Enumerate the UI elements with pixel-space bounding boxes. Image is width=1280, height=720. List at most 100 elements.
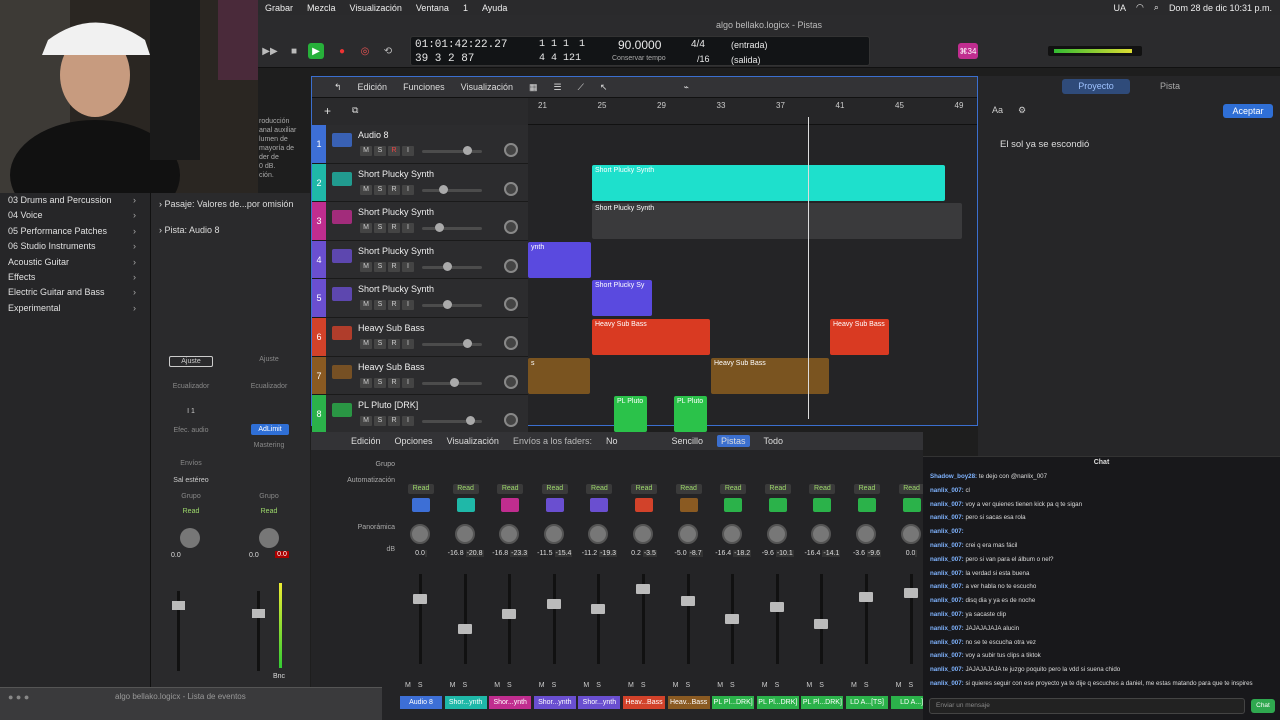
track-volume-slider[interactable] (422, 184, 482, 194)
mute-solo[interactable]: MS (806, 682, 831, 689)
chat-username[interactable]: nanlix_007: (930, 556, 964, 563)
inspector-input[interactable]: I 1 (169, 408, 213, 415)
menu-ventana[interactable]: Ventana (409, 3, 456, 13)
pan-knob[interactable] (811, 524, 832, 544)
key-badge[interactable]: ⌘34 (958, 43, 978, 59)
volume-fader[interactable] (903, 588, 918, 598)
track-name[interactable]: Heavy Sub Bass (358, 362, 425, 372)
track-name[interactable]: Audio 8 (358, 130, 389, 140)
volume-fader[interactable] (725, 614, 740, 624)
grid-view-icon[interactable]: ▦ (521, 82, 546, 93)
track-volume-slider[interactable] (422, 223, 482, 233)
list-view-icon[interactable]: ☰ (546, 82, 570, 93)
inspector-master-fader[interactable] (252, 609, 265, 618)
region[interactable]: Short Plucky Synth (592, 203, 962, 240)
track-header[interactable]: 7 Heavy Sub Bass M S R I (312, 356, 528, 396)
mute-button[interactable]: M (360, 223, 372, 234)
font-aa-button[interactable]: Aa (992, 105, 1003, 115)
bounce-button[interactable]: Bnc (273, 673, 285, 680)
chat-username[interactable]: nanlix_007: (930, 625, 964, 632)
record-enable-button[interactable]: R (388, 300, 400, 311)
track-name[interactable]: Short Plucky Synth (358, 246, 434, 256)
mute-solo[interactable]: MS (494, 682, 519, 689)
track-name[interactable]: Heavy Sub Bass (358, 323, 425, 333)
inspector-mastering[interactable]: Mastering (247, 442, 291, 449)
inspector-eq[interactable]: Ecualizador (169, 383, 213, 390)
mute-solo[interactable]: MS (673, 682, 698, 689)
mute-button[interactable]: M (360, 184, 372, 195)
snap-icon[interactable]: ⌁ (675, 82, 696, 93)
tracks-menu-edicion[interactable]: Edición (350, 82, 396, 92)
capture-record-icon[interactable]: ◎ (357, 43, 373, 59)
track-header[interactable]: 6 Heavy Sub Bass M S R I (312, 318, 528, 357)
input-monitor-button[interactable]: I (402, 339, 414, 349)
add-track-icon[interactable]: + (324, 104, 331, 118)
record-enable-button[interactable]: R (388, 377, 400, 388)
inspector-sends[interactable]: Envíos (169, 460, 213, 467)
volume-fader[interactable] (591, 604, 606, 614)
mute-button[interactable]: M (360, 416, 372, 427)
record-enable-button[interactable]: R (388, 184, 400, 195)
chat-username[interactable]: nanlix_007: (930, 652, 964, 659)
inspector-setting-button[interactable]: Ajuste (169, 356, 213, 367)
chat-username[interactable]: nanlix_007: (930, 570, 964, 577)
input-monitor-button[interactable]: I (402, 261, 414, 272)
track-name[interactable]: Short Plucky Synth (358, 207, 434, 217)
menu-grabar[interactable]: Grabar (258, 3, 300, 13)
automation-mode[interactable]: Read (809, 484, 836, 494)
tab-proyecto[interactable]: Proyecto (1062, 79, 1130, 94)
sends-on-faders-select[interactable]: No (606, 436, 618, 446)
chat-username[interactable]: nanlix_007: (930, 597, 964, 604)
input-monitor-button[interactable]: I (402, 146, 414, 156)
inspector-group[interactable]: Grupo (169, 493, 213, 500)
volume-knob[interactable] (449, 377, 459, 387)
inspector-output[interactable]: Sal estéreo (169, 477, 213, 484)
pan-knob[interactable] (900, 524, 921, 544)
chat-send-button[interactable]: Chat (1251, 699, 1275, 713)
volume-knob[interactable] (442, 261, 452, 271)
region[interactable]: Short Plucky Synth (592, 164, 945, 201)
region[interactable]: Short Plucky Sy (592, 280, 652, 317)
pan-knob[interactable] (499, 524, 520, 544)
library-item[interactable]: 03 Drums and Percussion › (0, 193, 150, 208)
input-monitor-button[interactable]: I (402, 377, 414, 388)
inspector-master-automation[interactable]: Read (247, 508, 291, 515)
library-item[interactable]: Electric Guitar and Bass › (0, 285, 150, 300)
mixer-menu-opciones[interactable]: Opciones (395, 436, 433, 446)
automation-mode[interactable]: Read (631, 484, 657, 494)
mute-solo[interactable]: MS (539, 682, 564, 689)
mute-button[interactable]: M (360, 261, 372, 272)
chat-username[interactable]: nanlix_007: (930, 514, 964, 521)
volume-knob[interactable] (462, 146, 472, 155)
channel-name[interactable]: Heav...Bass (623, 696, 665, 709)
folder-icon[interactable]: ⧉ (352, 105, 358, 116)
automation-mode[interactable]: Read (854, 484, 880, 494)
mute-button[interactable]: M (360, 339, 372, 349)
solo-button[interactable]: S (374, 261, 386, 272)
inspector-pan-knob[interactable] (180, 528, 200, 548)
inspector-master-pan[interactable] (259, 528, 279, 548)
solo-button[interactable]: S (374, 146, 386, 156)
mute-solo[interactable]: MS (450, 682, 475, 689)
pan-knob[interactable] (410, 524, 430, 544)
solo-button[interactable]: S (374, 339, 386, 349)
pan-knob[interactable] (766, 524, 787, 544)
accept-button[interactable]: Aceptar (1223, 104, 1273, 118)
automation-mode[interactable]: Read (898, 484, 925, 494)
search-icon[interactable]: ⌕ (1154, 2, 1159, 13)
pan-knob[interactable] (856, 524, 876, 544)
chat-username[interactable]: nanlix_007: (930, 583, 964, 590)
tracks-menu-funciones[interactable]: Funciones (395, 82, 453, 92)
channel-name[interactable]: Heav...Bass (667, 696, 710, 709)
chat-username[interactable]: nanlix_007: (930, 487, 964, 494)
record-button[interactable]: ● (334, 43, 350, 59)
input-monitor-button[interactable]: I (402, 223, 414, 234)
automation-mode[interactable]: Read (675, 484, 702, 494)
track-header[interactable]: 3 Short Plucky Synth M S R I (312, 202, 528, 241)
fast-forward-icon[interactable]: ▶▶ (262, 43, 278, 59)
track-pan-knob[interactable] (504, 374, 518, 389)
track-pan-knob[interactable] (504, 336, 518, 350)
pan-knob[interactable] (543, 524, 564, 544)
menu-mezcla[interactable]: Mezcla (300, 3, 343, 13)
library-item[interactable]: Effects › (0, 270, 150, 285)
